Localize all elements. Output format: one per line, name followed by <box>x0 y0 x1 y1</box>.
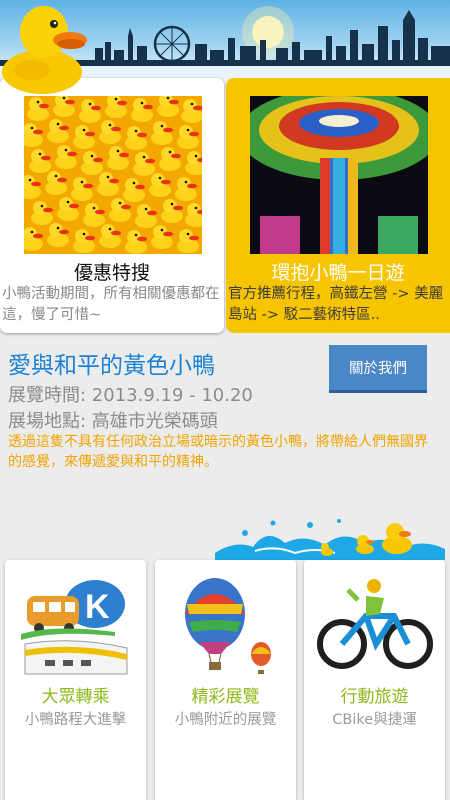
mobile-travel-tile-subtitle: CBike與捷運 <box>332 712 417 728</box>
svg-text:K: K <box>85 588 110 626</box>
exhibition-venue: 展場地點: 高雄市光榮碼頭 <box>8 411 218 432</box>
day-trip-card-title: 環抱小鴨一日遊 <box>271 262 405 284</box>
exhibitions-tile-subtitle: 小鴨附近的展覽 <box>174 712 277 728</box>
transit-tile-subtitle: 小鴨路程大進擊 <box>24 712 127 728</box>
water-splash-ducks-icon <box>215 519 445 560</box>
day-trip-card-description: 官方推薦行程，高鐵左營 -> 美麗島站 -> 駁二藝術特區.. <box>228 286 444 323</box>
deals-card-description: 小鴨活動期間，所有相關優惠都在這，慢了可惜~ <box>2 286 220 323</box>
hot-air-balloon-icon <box>185 578 271 674</box>
deals-image <box>24 96 202 254</box>
exhibition-description: 透過這隻不具有任何政治立場或暗示的黃色小鴨，將帶給人們無國界的感覺，來傳遞愛與和… <box>8 434 428 470</box>
deals-card-title: 優惠特搜 <box>73 262 150 284</box>
day-trip-card[interactable]: 環抱小鴨一日遊 官方推薦行程，高鐵左營 -> 美麗島站 -> 駁二藝術特區.. <box>226 78 450 333</box>
exhibition-time: 展覽時間: 2013.9.19 - 10.20 <box>8 385 253 406</box>
page-title: 愛與和平的黃色小鴨 <box>8 353 215 379</box>
deals-card[interactable]: 優惠特搜 小鴨活動期間，所有相關優惠都在這，慢了可惜~ <box>0 78 224 333</box>
day-trip-image <box>250 96 428 254</box>
about-us-button[interactable]: 關於我們 <box>329 345 427 393</box>
transit-tile-title: 大眾轉乘 <box>41 687 110 707</box>
rubber-duck-logo-icon <box>2 6 87 94</box>
exhibitions-tile[interactable]: 精彩展覽 小鴨附近的展覽 <box>155 560 296 800</box>
transit-tile[interactable]: K 大眾轉乘 小鴨路程大進擊 <box>5 560 146 800</box>
exhibitions-tile-title: 精彩展覽 <box>191 687 260 707</box>
bus-train-icon: K <box>21 580 128 675</box>
mobile-travel-tile[interactable]: 行動旅遊 CBike與捷運 <box>304 560 445 800</box>
bicycle-icon <box>317 579 433 669</box>
mobile-travel-tile-title: 行動旅遊 <box>340 687 409 707</box>
